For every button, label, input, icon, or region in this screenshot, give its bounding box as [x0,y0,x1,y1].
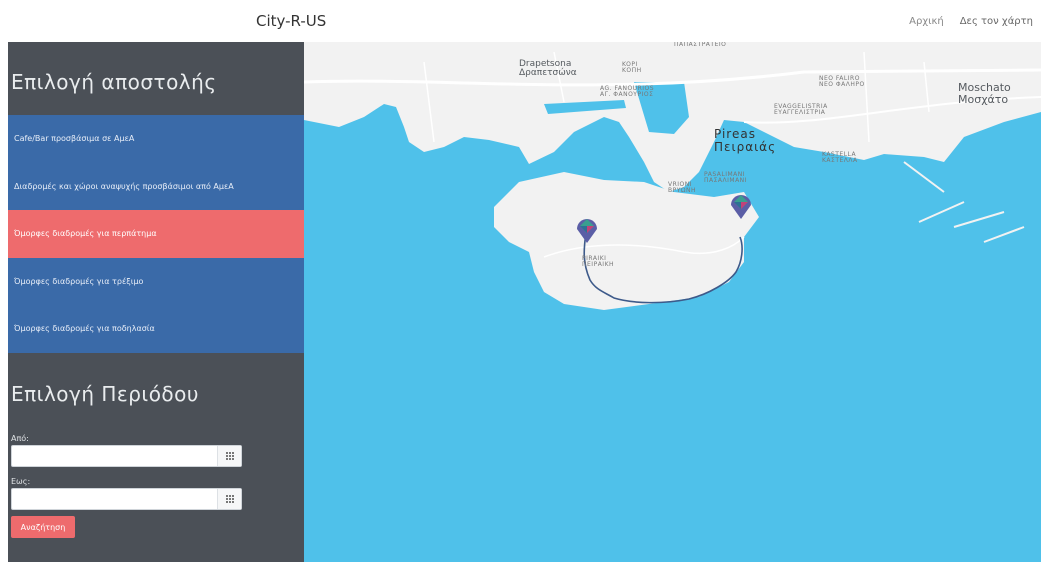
mission-item-label: Cafe/Bar προσβάσιμα σε ΑμεΑ [14,134,135,144]
to-date-field [11,488,242,510]
mission-item-walking[interactable]: Όμορφες διαδρομές για περπάτημα [8,210,304,258]
mission-list: Cafe/Bar προσβάσιμα σε ΑμεΑ Διαδρομές κα… [8,115,304,353]
map-label-neo-faliro: NEO FALIRO ΝΕΟ ΦΑΛΗΡΟ [819,75,865,89]
dock-lines [903,161,1025,243]
map-label-vrioni: VRIONI ΒΡΥΩΝΗ [668,181,696,195]
map-view[interactable]: ΠΑΠΑΣΤΡΑΤΕΙΟ Drapetsona Δραπετσώνα KOPI ΚΟ… [304,42,1041,562]
mission-item-cycling[interactable]: Όμορφες διαδρομές για ποδηλασία [8,305,304,353]
map-label-text: ΚΑΣΤΕΛΛΑ [822,157,858,165]
mission-item-label: Όμορφες διαδρομές για ποδηλασία [14,324,155,334]
to-date-label: Εως: [11,477,31,486]
mission-item-label: Όμορφες διαδρομές για τρέξιμο [14,276,144,286]
to-date-calendar-button[interactable] [217,489,241,509]
from-date-field [11,445,242,467]
period-heading: Επιλογή Περιόδου [11,382,199,406]
map-label-kastella: KASTELLA ΚΑΣΤΕΛΛΑ [822,151,858,165]
from-date-calendar-button[interactable] [217,446,241,466]
map-label-text: ΠΑΣΑΛΙΜΑΝΙ [704,177,747,185]
to-date-input[interactable] [12,489,217,509]
brand-logo[interactable]: City-R-US [256,12,326,30]
map-label-text: ΑΓ. ΦΑΝΟΥΡΙΟΣ [600,91,654,99]
nav-link-map[interactable]: Δες τον χάρτη [960,16,1033,27]
land-piraiki [494,172,759,310]
map-label-evaggelistria: EVAGGELISTRIA ΕΥΑΓΓΕΛΙΣΤΡΙΑ [774,103,828,117]
from-date-label: Από: [11,434,29,443]
route-marker-piraiki[interactable] [574,214,600,244]
map-label-text: Μοσχάτο [958,92,1009,106]
top-navbar: City-R-US Αρχική Δες τον χάρτη [0,0,1041,42]
map-label-text: Δραπετσώνα [519,68,577,79]
map-label-text: ΕΥΑΓΓΕΛΙΣΤΡΙΑ [774,109,826,117]
map-label-drapetsona: Drapetsona Δραπετσώνα [519,59,577,79]
map-label-pireas: Pireas Πειραιάς [714,128,776,153]
map-label-moschato: Moschato Μοσχάτο [958,82,1011,105]
mission-item-cafe-bar[interactable]: Cafe/Bar προσβάσιμα σε ΑμεΑ [8,115,304,163]
mission-item-accessible-routes[interactable]: Διαδρομές και χώροι αναψυχής προσβάσιμοι… [8,162,304,210]
map-label-text: ΚΟΠΗ [622,67,642,75]
map-label-kopi: KOPI ΚΟΠΗ [622,61,642,75]
map-label-papastratio: ΠΑΠΑΣΤΡΑΤΕΙΟ [674,42,727,48]
map-canvas [304,42,1041,310]
nav-links: Αρχική Δες τον χάρτη [909,16,1033,27]
map-label-pasalimani: PASALIMANI ΠΑΣΑΛΙΜΑΝΙ [704,171,747,185]
mission-item-running[interactable]: Όμορφες διαδρομές για τρέξιμο [8,257,304,305]
mission-item-label: Όμορφες διαδρομές για περπάτημα [14,229,157,239]
map-label-text: ΝΕΟ ΦΑΛΗΡΟ [819,81,865,89]
calendar-icon [225,495,234,503]
map-label-text: Πειραιάς [714,139,777,154]
map-label-text: ΠΕΙΡΑΙΚΗ [582,261,615,269]
map-label-fanourios: AG. FANOURIOS ΑΓ. ΦΑΝΟΥΡΙΟΣ [600,85,654,99]
search-button[interactable]: Αναζήτηση [11,516,75,538]
route-marker-pasalimani[interactable] [728,190,754,220]
nav-link-home[interactable]: Αρχική [909,16,944,27]
from-date-input[interactable] [12,446,217,466]
map-label-text: ΒΡΥΩΝΗ [668,187,696,195]
map-label-piraiki: PIRAIKI ΠΕΙΡΑΙΚΗ [582,255,615,269]
mission-item-label: Διαδρομές και χώροι αναψυχής προσβάσιμοι… [14,181,234,191]
calendar-icon [225,452,234,460]
sidebar: Επιλογή αποστολής Cafe/Bar προσβάσιμα σε… [8,42,304,562]
mission-heading: Επιλογή αποστολής [11,70,217,94]
